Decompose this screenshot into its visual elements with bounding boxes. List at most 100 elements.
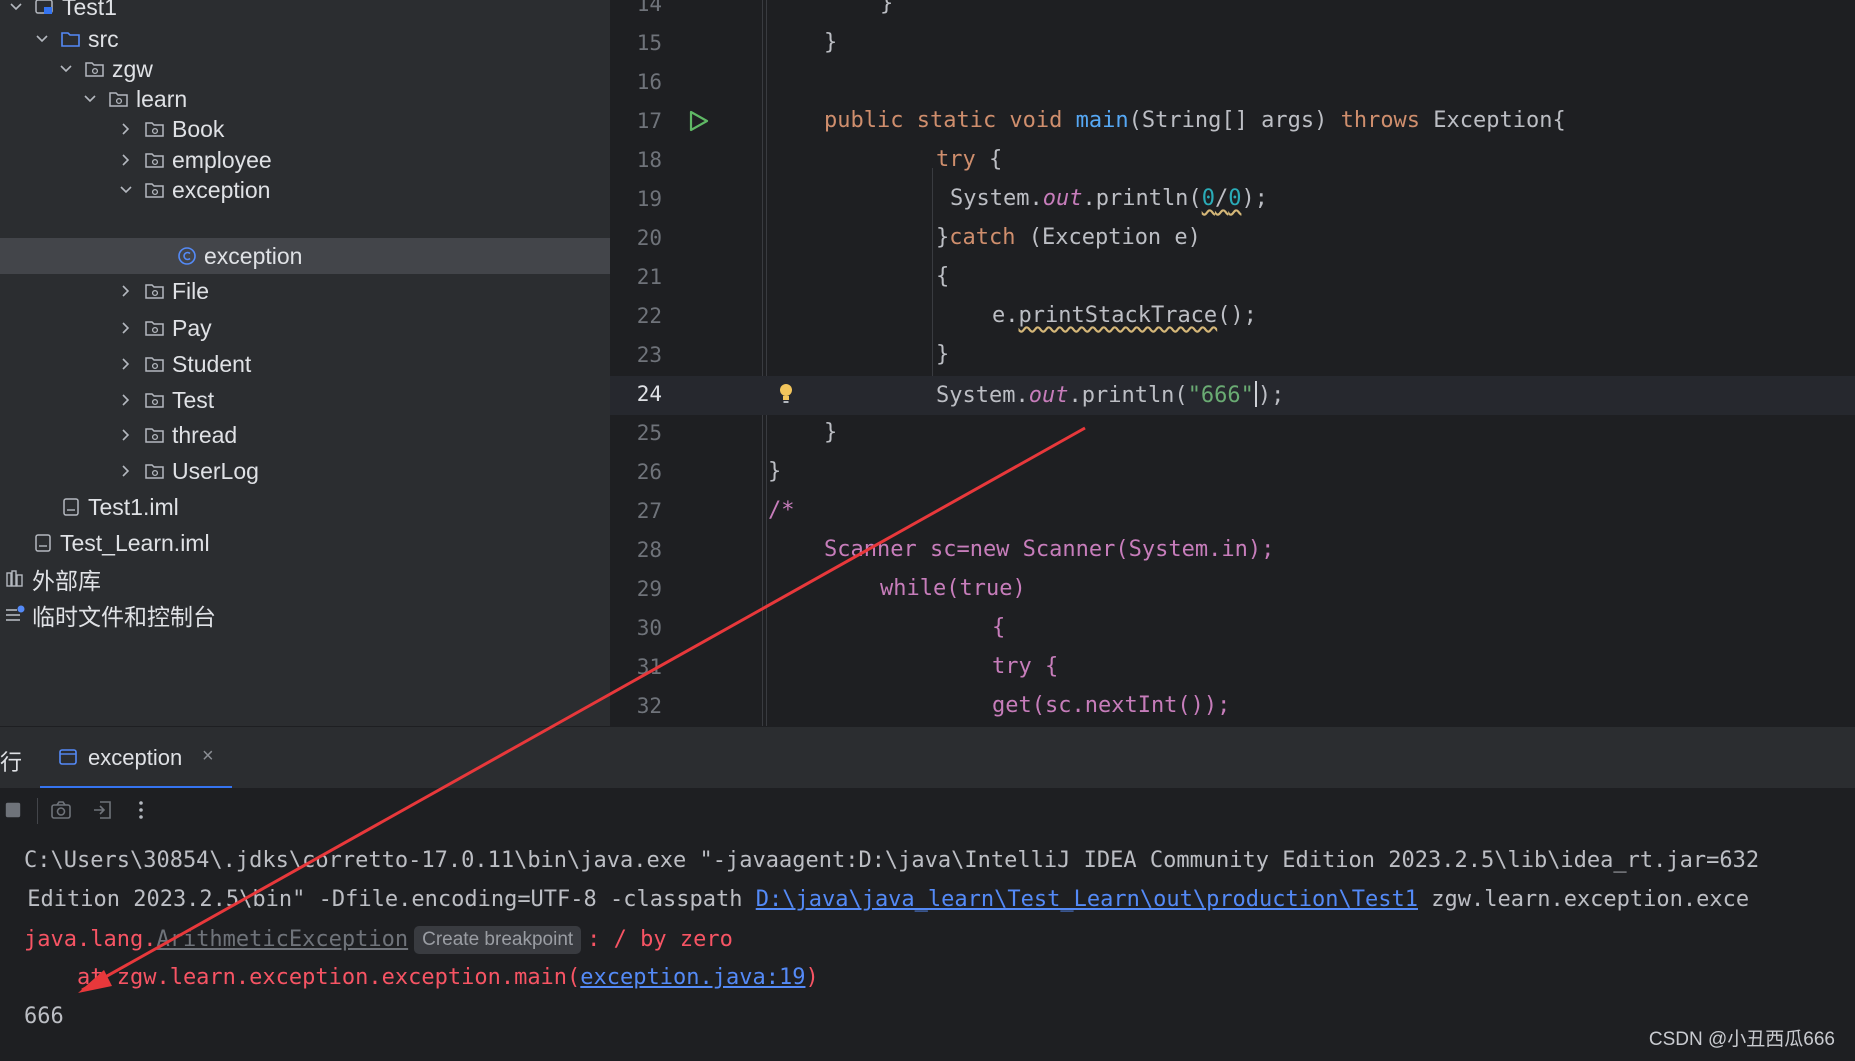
tree-item-book[interactable]: Book — [0, 112, 610, 146]
tree-item-module[interactable]: Test1 — [0, 0, 600, 24]
tree-item-employee[interactable]: employee — [0, 143, 610, 177]
code-text: while(true) — [880, 576, 1026, 601]
project-tree-panel: Test1 src zgw learn Book employee except… — [0, 0, 610, 726]
chevron-right-icon[interactable] — [118, 283, 134, 299]
tree-item-userlog[interactable]: UserLog — [0, 454, 610, 488]
code-line[interactable]: 32 get(sc.nextInt()); — [610, 688, 1855, 726]
chevron-right-icon[interactable] — [118, 427, 134, 443]
stop-icon[interactable] — [2, 799, 24, 821]
chevron-right-icon[interactable] — [118, 392, 134, 408]
tree-item-label: 临时文件和控制台 — [32, 604, 216, 630]
code-line[interactable]: 23 } — [610, 337, 1855, 376]
chevron-down-icon[interactable] — [82, 91, 98, 107]
java-class-icon — [176, 246, 198, 266]
tree-item-label: File — [172, 277, 210, 304]
line-number: 23 — [636, 343, 662, 367]
tree-item-exception-package[interactable]: exception — [0, 173, 610, 207]
code-line[interactable]: 20 }catch (Exception e) — [610, 220, 1855, 259]
classpath-link[interactable]: D:\java\java_learn\Test_Learn\out\produc… — [756, 887, 1418, 912]
line-number: 29 — [636, 577, 662, 601]
source-folder-icon — [60, 29, 82, 49]
code-line[interactable]: 27 /* — [610, 493, 1855, 532]
line-number: 16 — [636, 70, 662, 94]
code-line[interactable]: 19 System.out.println(0/0); — [610, 181, 1855, 220]
code-text: { — [936, 264, 950, 289]
tree-item-external-libraries[interactable]: 外部库 — [0, 562, 596, 596]
code-line[interactable]: 29 while(true) — [610, 571, 1855, 610]
package-icon — [108, 89, 130, 109]
package-icon — [144, 354, 166, 374]
console-line: java.lang.ArithmeticException Create brea… — [24, 926, 733, 954]
tree-item-test[interactable]: Test — [0, 383, 610, 417]
code-line[interactable]: 14 } — [610, 0, 1855, 25]
tree-item-student[interactable]: Student — [0, 347, 610, 381]
code-text: } — [824, 420, 838, 445]
text-caret — [1254, 381, 1257, 407]
tree-item-label: Book — [172, 115, 225, 142]
tree-item-label: zgw — [112, 55, 153, 82]
watermark: CSDN @小丑西瓜666 — [1648, 1029, 1835, 1050]
line-number: 26 — [636, 460, 662, 484]
code-line[interactable]: 25 } — [610, 415, 1855, 454]
module-folder-icon — [34, 0, 56, 17]
stacktrace-link[interactable]: exception.java:19 — [580, 965, 805, 990]
tree-item-file[interactable]: File — [0, 274, 610, 308]
library-icon — [4, 569, 26, 589]
tree-item-src[interactable]: src — [0, 22, 610, 56]
tree-item-test1-iml[interactable]: Test1.iml — [0, 490, 610, 524]
create-breakpoint-hint[interactable]: Create breakpoint — [414, 926, 582, 954]
code-line[interactable]: 15 } — [610, 25, 1855, 64]
tree-item-zgw[interactable]: zgw — [0, 52, 610, 86]
chevron-down-icon[interactable] — [8, 0, 24, 15]
exception-class-link[interactable]: ArithmeticException — [156, 927, 408, 952]
code-text: }catch (Exception e) — [936, 225, 1201, 250]
code-line[interactable]: 17 public static void main(String[] args… — [610, 103, 1855, 142]
chevron-down-icon[interactable] — [34, 31, 50, 47]
code-text: System.out.println("666"); — [936, 381, 1285, 408]
code-line[interactable]: 30 { — [610, 610, 1855, 649]
tree-item-label: learn — [136, 85, 188, 112]
tree-item-exception-class[interactable]: exception — [0, 238, 610, 274]
toolbar-divider — [37, 798, 38, 824]
chevron-right-icon[interactable] — [118, 152, 134, 168]
code-line[interactable]: 21 { — [610, 259, 1855, 298]
line-number: 17 — [636, 109, 662, 133]
tree-item-learn[interactable]: learn — [0, 82, 610, 116]
code-editor[interactable]: 14 } 15 } 16 17 public static void main(… — [610, 0, 1855, 726]
code-line[interactable]: 22 e.printStackTrace(); — [610, 298, 1855, 337]
code-line[interactable]: 26 } — [610, 454, 1855, 493]
package-icon — [144, 150, 166, 170]
line-number: 14 — [636, 0, 662, 16]
chevron-right-icon[interactable] — [118, 463, 134, 479]
chevron-down-icon[interactable] — [58, 61, 74, 77]
camera-icon[interactable] — [50, 799, 72, 821]
chevron-down-icon[interactable] — [118, 182, 134, 198]
code-text: } — [824, 30, 838, 55]
tree-item-scratches[interactable]: 临时文件和控制台 — [0, 598, 596, 632]
code-text: { — [992, 615, 1006, 640]
close-icon[interactable]: × — [202, 745, 214, 768]
code-line[interactable]: 18 try { — [610, 142, 1855, 181]
exit-icon[interactable] — [92, 799, 114, 821]
chevron-right-icon[interactable] — [118, 320, 134, 336]
chevron-right-icon[interactable] — [118, 356, 134, 372]
code-line-current[interactable]: 24 System.out.println("666"); — [610, 376, 1855, 415]
package-icon — [144, 425, 166, 445]
package-icon — [144, 318, 166, 338]
tree-item-pay[interactable]: Pay — [0, 311, 610, 345]
chevron-right-icon[interactable] — [118, 121, 134, 137]
tree-item-label: employee — [172, 146, 272, 173]
tree-item-test-learn-iml[interactable]: Test_Learn.iml — [0, 526, 610, 560]
iml-file-icon — [32, 533, 54, 553]
more-options-icon[interactable] — [130, 799, 152, 821]
tab-exception[interactable]: exception × — [40, 727, 232, 789]
code-line[interactable]: 31 try { — [610, 649, 1855, 688]
lightbulb-icon[interactable] — [777, 382, 795, 406]
tree-item-thread[interactable]: thread — [0, 418, 610, 452]
console-output[interactable]: C:\Users\30854\.jdks\corretto-17.0.11\bi… — [0, 832, 1855, 1061]
code-line[interactable]: 28 Scanner sc=new Scanner(System.in); — [610, 532, 1855, 571]
tree-item-label: Test1.iml — [88, 493, 179, 520]
code-line[interactable]: 16 — [610, 64, 1855, 103]
run-gutter-icon[interactable] — [686, 109, 710, 133]
tree-item-label: Test_Learn.iml — [60, 529, 210, 556]
